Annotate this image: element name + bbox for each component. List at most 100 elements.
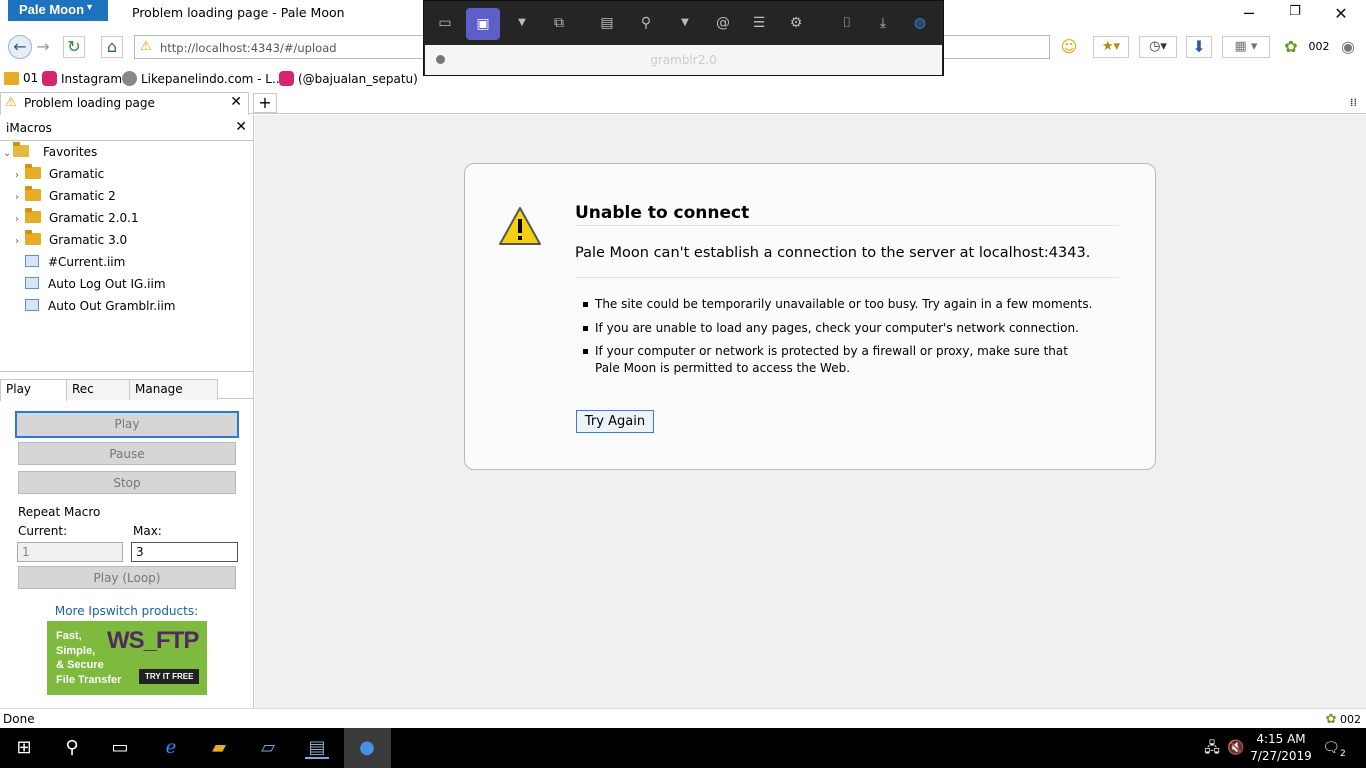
folder-icon bbox=[25, 164, 41, 179]
warning-icon: ⚠ bbox=[5, 95, 17, 110]
globe-icon[interactable]: ◍ bbox=[907, 11, 933, 35]
bookmark-item[interactable]: Likepanelindo.com - L... bbox=[122, 71, 283, 86]
download-icon[interactable]: ⬇ bbox=[1186, 36, 1212, 58]
error-box: Unable to connect Pale Moon can't establ… bbox=[464, 163, 1156, 470]
macro-file-icon bbox=[25, 299, 39, 311]
status-badge: ✿ 002 bbox=[1325, 712, 1361, 727]
window-capture-icon[interactable]: ▭ bbox=[432, 11, 458, 35]
tree-item-file[interactable]: #Current.iim bbox=[25, 255, 125, 277]
pause-button[interactable]: Pause bbox=[18, 442, 236, 465]
tree-item-folder[interactable]: › Gramatic 2.0.1 bbox=[15, 208, 139, 233]
sidebar-tabs: Play Rec Manage bbox=[0, 379, 253, 401]
tab-label: Problem loading page bbox=[24, 96, 155, 110]
close-tab-icon[interactable]: ✕ bbox=[230, 94, 242, 110]
forward-arrow-icon[interactable]: → bbox=[35, 37, 51, 57]
folder-open-icon bbox=[13, 142, 29, 157]
divider bbox=[575, 277, 1119, 278]
browser-window-icon[interactable]: ▤ bbox=[594, 11, 620, 35]
tree-item-file[interactable]: Auto Out Gramblr.iim bbox=[25, 299, 175, 321]
window-mode-icon[interactable]: ▣ bbox=[466, 8, 500, 40]
bookmark-item[interactable]: (@bajualan_sepatu) bbox=[279, 71, 418, 86]
popup-address-strip: gramblr2.0 bbox=[425, 45, 942, 75]
windows-start-icon[interactable]: ⊞ bbox=[12, 737, 36, 759]
imacros-sidebar: iMacros ✕ ⌄ Favorites › Gramatic › Gramatic… bbox=[0, 115, 254, 708]
chevron-right-icon: › bbox=[15, 214, 19, 225]
close-window-button[interactable]: ✕ bbox=[1331, 4, 1351, 23]
tree-item-folder[interactable]: › Gramatic 3.0 bbox=[15, 230, 127, 255]
max-label: Max: bbox=[133, 524, 162, 538]
clock-time: 4:15 AM bbox=[1256, 732, 1306, 746]
server-manager-icon[interactable]: ▱ bbox=[256, 737, 280, 759]
multi-window-icon[interactable]: ⧉ bbox=[546, 11, 572, 35]
volume-muted-icon[interactable]: 🔇 bbox=[1224, 737, 1248, 759]
tree-item-favorites[interactable]: ⌄ Favorites bbox=[3, 142, 97, 167]
window-title: Problem loading page - Pale Moon bbox=[132, 5, 345, 20]
play-button[interactable]: Play bbox=[15, 411, 239, 438]
play-loop-button[interactable]: Play (Loop) bbox=[18, 566, 236, 589]
gear-icon[interactable]: ⚙ bbox=[783, 11, 809, 35]
restore-button[interactable]: ❐ bbox=[1285, 4, 1305, 19]
search-icon[interactable]: ⚲ bbox=[60, 737, 84, 759]
chevron-down-icon[interactable]: ▼ bbox=[509, 11, 535, 35]
chevron-right-icon: › bbox=[15, 192, 19, 203]
task-view-icon[interactable]: ▭ bbox=[108, 737, 132, 759]
camera-icon[interactable]: ⌷ bbox=[834, 11, 860, 35]
email-icon[interactable]: @ bbox=[710, 11, 736, 35]
pale-moon-icon[interactable]: ● bbox=[355, 737, 379, 759]
imacros-icon[interactable]: ✿ bbox=[1281, 37, 1301, 57]
tab-problem-loading[interactable]: ⚠ Problem loading page ✕ bbox=[0, 92, 249, 115]
macro-file-icon bbox=[25, 277, 39, 289]
error-description: Pale Moon can't establish a connection t… bbox=[575, 245, 1091, 261]
tab-manage[interactable]: Manage bbox=[129, 379, 218, 400]
tip-item: If you are unable to load any pages, che… bbox=[583, 320, 1093, 337]
system-clock[interactable]: 4:15 AM 7/27/2019 bbox=[1250, 731, 1312, 765]
grid-menu-icon[interactable]: ▦ ▾ bbox=[1222, 36, 1270, 58]
history-icon[interactable]: ◷▾ bbox=[1139, 36, 1177, 58]
tab-list-icon[interactable]: ⁞⁞ bbox=[1350, 96, 1357, 109]
macro-tree: ⌄ Favorites › Gramatic › Gramatic 2 › Gramat… bbox=[0, 142, 253, 372]
instagram-icon bbox=[42, 71, 57, 86]
app-menu-label: Pale Moon bbox=[19, 2, 85, 17]
account-icon[interactable]: ◉ bbox=[1337, 37, 1359, 57]
ipswitch-link[interactable]: More Ipswitch products: bbox=[0, 604, 253, 618]
repeat-macro-label: Repeat Macro bbox=[18, 505, 101, 519]
search-bar[interactable] bbox=[944, 35, 1050, 59]
max-field[interactable]: 3 bbox=[131, 542, 238, 562]
extension-icon[interactable]: ☺ bbox=[1058, 37, 1080, 57]
url-bar[interactable]: ⚠ http://localhost:4343/#/upload bbox=[134, 35, 424, 59]
ws-ftp-ad[interactable]: Fast, Simple, & Secure File Transfer WS_… bbox=[47, 621, 207, 695]
network-icon[interactable]: 🖧 bbox=[1200, 737, 1224, 759]
try-again-button[interactable]: Try Again bbox=[576, 410, 654, 433]
bookmark-item[interactable]: Instagram bbox=[42, 71, 122, 86]
page-content: Unable to connect Pale Moon can't establ… bbox=[255, 115, 1366, 708]
download-icon[interactable]: ⤓ bbox=[870, 11, 896, 35]
tab-play[interactable]: Play bbox=[0, 379, 67, 401]
app-window-icon[interactable]: ▤ bbox=[305, 737, 329, 759]
stop-button[interactable]: Stop bbox=[18, 471, 236, 494]
back-arrow-icon[interactable]: ← bbox=[8, 35, 32, 59]
settings-panel-icon[interactable]: ☰ bbox=[746, 11, 772, 35]
bookmarks-menu-icon[interactable]: ★▾ bbox=[1093, 36, 1129, 58]
reload-icon[interactable]: ↻ bbox=[63, 36, 85, 58]
internet-explorer-icon[interactable]: ℯ bbox=[159, 737, 183, 759]
tip-item: The site could be temporarily unavailabl… bbox=[583, 296, 1093, 313]
tab-rec[interactable]: Rec bbox=[66, 379, 130, 400]
zoom-icon[interactable]: ⚲ bbox=[633, 11, 659, 35]
close-sidebar-icon[interactable]: ✕ bbox=[235, 119, 247, 135]
file-explorer-icon[interactable]: ▰ bbox=[207, 737, 231, 759]
tab-bar: ⚠ Problem loading page ✕ + ⁞⁞ bbox=[0, 92, 1366, 115]
clock-date: 7/27/2019 bbox=[1250, 749, 1312, 763]
minimize-button[interactable]: ─ bbox=[1239, 4, 1259, 23]
home-icon[interactable]: ⌂ bbox=[101, 36, 123, 58]
tree-item-file[interactable]: Auto Log Out IG.iim bbox=[25, 277, 166, 299]
bookmark-item[interactable]: 01 bbox=[4, 71, 38, 85]
macro-file-icon bbox=[25, 255, 39, 267]
divider bbox=[575, 225, 1119, 226]
app-menu-button[interactable]: Pale Moon ▼ bbox=[8, 0, 108, 21]
notification-icon[interactable]: 🗨2 bbox=[1322, 737, 1346, 759]
current-label: Current: bbox=[18, 524, 68, 538]
folder-icon bbox=[25, 208, 41, 223]
new-tab-button[interactable]: + bbox=[253, 93, 277, 113]
chevron-down-icon[interactable]: ▼ bbox=[672, 11, 698, 35]
status-text: Done bbox=[3, 712, 35, 726]
